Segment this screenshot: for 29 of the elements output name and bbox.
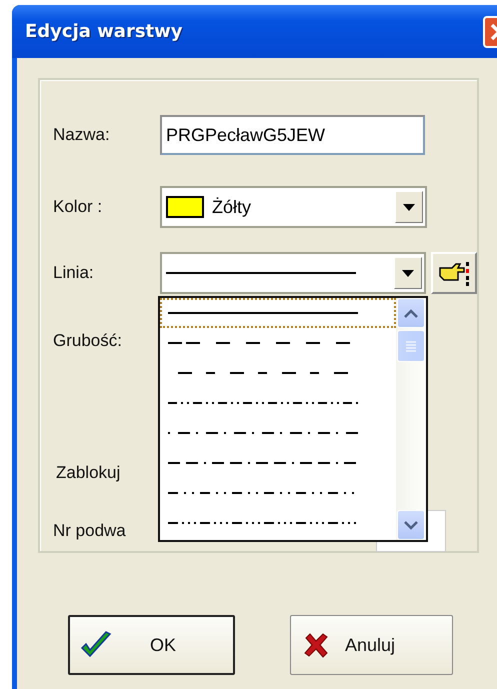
color-label: Kolor : [53, 197, 104, 217]
dropdown-button[interactable] [395, 191, 423, 223]
dropdown-button[interactable] [394, 257, 422, 289]
line-label: Linia: [53, 263, 95, 283]
scrollbar[interactable] [396, 298, 426, 540]
window-title: Edycja warstwy [25, 21, 182, 42]
name-label: Nazwa: [53, 125, 111, 145]
lock-label: Zablokuj [56, 463, 122, 483]
color-value: Żółty [212, 196, 252, 218]
cross-icon [303, 632, 329, 658]
cancel-button[interactable]: Anuluj [290, 615, 453, 675]
checkmark-icon [80, 630, 112, 660]
grip-icon [405, 340, 417, 352]
pointing-hand-icon [438, 260, 470, 286]
ok-button[interactable]: OK [68, 615, 235, 675]
scroll-thumb[interactable] [397, 330, 425, 362]
line-dropdown[interactable] [160, 252, 426, 294]
line-style-option[interactable] [160, 298, 396, 328]
pointer-button[interactable] [431, 252, 477, 294]
chevron-up-icon [404, 308, 418, 318]
thickness-label: Grubość: [53, 331, 123, 351]
caret-icon [402, 270, 414, 276]
subnumber-label: Nr podwa [53, 521, 126, 541]
caret-icon [403, 204, 415, 210]
scroll-up-button[interactable] [397, 298, 425, 328]
chevron-down-icon [404, 520, 418, 530]
name-field[interactable]: PRGPecławG5JEW [160, 115, 425, 155]
scroll-down-button[interactable] [397, 510, 425, 540]
color-dropdown[interactable]: Żółty [160, 186, 427, 228]
